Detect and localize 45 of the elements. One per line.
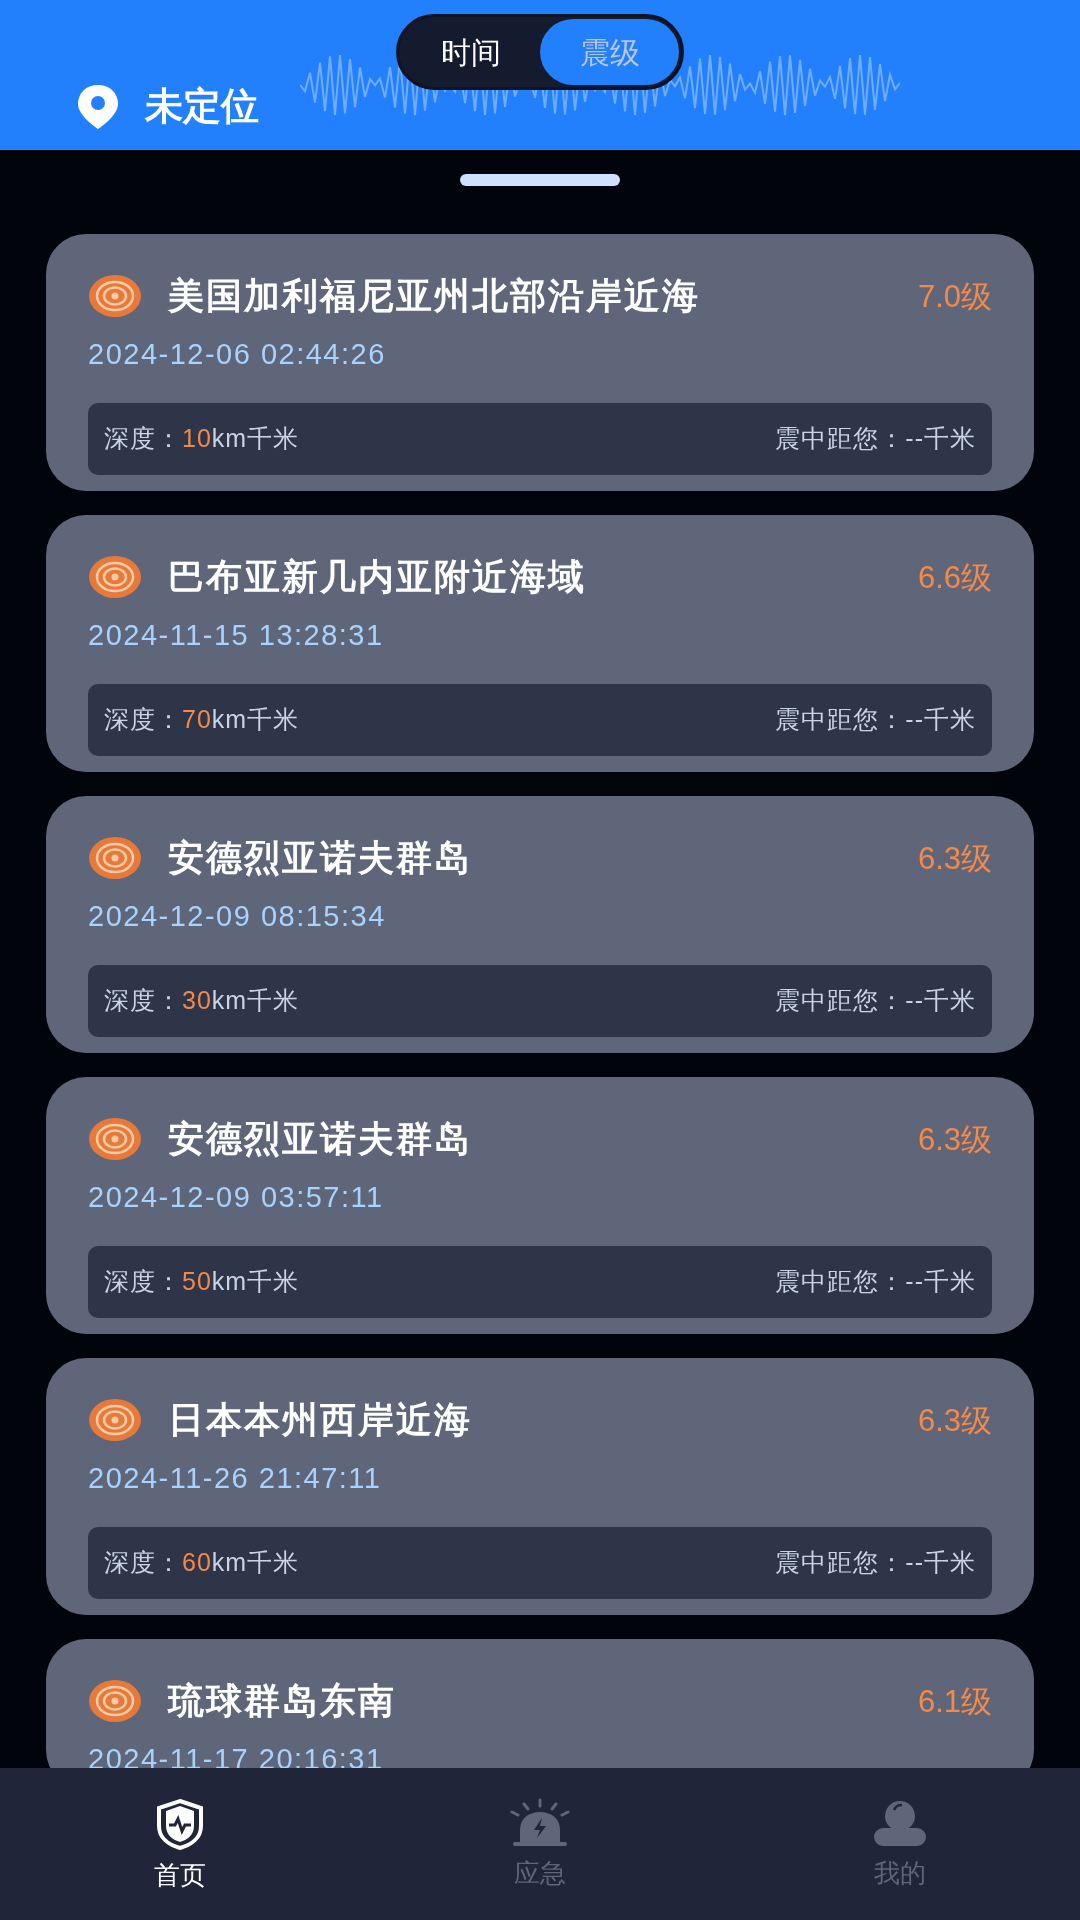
distance-text: 震中距您：--千米 [775,704,976,736]
location-text: 未定位 [145,84,259,129]
earthquake-card[interactable]: 安德烈亚诺夫群岛 6.3级 2024-12-09 08:15:34 深度：30km千米 震中距您：--千米 [46,796,1034,1053]
distance-text: 震中距您：--千米 [775,1266,976,1298]
distance-text: 震中距您：--千米 [775,423,976,455]
earthquake-card[interactable]: 日本本州西岸近海 6.3级 2024-11-26 21:47:11 深度：60km千米 震中距您：--千米 [46,1358,1034,1615]
quake-ripple-icon [88,1679,142,1723]
quake-magnitude: 6.3级 [917,1123,992,1155]
quake-time: 2024-12-09 08:15:34 [88,902,387,931]
shield-pulse-icon [154,1798,206,1850]
quake-ripple-icon [88,1117,142,1161]
quake-location: 美国加利福尼亚州北部沿岸近海 [168,278,700,314]
quake-ripple-icon [88,836,142,880]
quake-magnitude: 7.0级 [917,280,992,312]
quake-location: 日本本州西岸近海 [168,1402,472,1438]
quake-time: 2024-12-09 03:57:11 [88,1183,385,1212]
earthquake-card[interactable]: 巴布亚新几内亚附近海域 6.6级 2024-11-15 13:28:31 深度：70km千米 震中距您：--千米 [46,515,1034,772]
quake-magnitude: 6.3级 [917,842,992,874]
toggle-tab[interactable]: 时间 [401,19,540,85]
siren-icon [510,1798,570,1848]
depth-text: 深度：60km千米 [104,1547,300,1579]
quake-location: 巴布亚新几内亚附近海域 [168,559,586,595]
location-pin-icon [75,82,121,131]
quake-magnitude: 6.3级 [917,1404,992,1436]
depth-text: 深度：50km千米 [104,1266,300,1298]
quake-ripple-icon [88,555,142,599]
user-icon [872,1798,928,1848]
quake-magnitude: 6.6级 [917,561,992,593]
distance-text: 震中距您：--千米 [775,1547,976,1579]
quake-location: 安德烈亚诺夫群岛 [168,1121,472,1157]
quake-time: 2024-11-26 21:47:11 [88,1464,383,1493]
quake-ripple-icon [88,274,142,318]
quake-location: 安德烈亚诺夫群岛 [168,840,472,876]
quake-location: 琉球群岛东南 [168,1683,396,1719]
quake-ripple-icon [88,1398,142,1442]
earthquake-card[interactable]: 安德烈亚诺夫群岛 6.3级 2024-12-09 03:57:11 深度：50km千米 震中距您：--千米 [46,1077,1034,1334]
depth-text: 深度：70km千米 [104,704,300,736]
quake-time: 2024-12-06 02:44:26 [88,340,387,369]
depth-text: 深度：30km千米 [104,985,300,1017]
distance-text: 震中距您：--千米 [775,985,976,1017]
depth-text: 深度：10km千米 [104,423,300,455]
quake-time: 2024-11-15 13:28:31 [88,621,385,650]
earthquake-card[interactable]: 美国加利福尼亚州北部沿岸近海 7.0级 2024-12-06 02:44:26 深度：10km千米 震中距您：--千米 [46,234,1034,491]
quake-magnitude: 6.1级 [917,1685,992,1717]
nav-tab[interactable]: 首页 [0,1768,360,1920]
